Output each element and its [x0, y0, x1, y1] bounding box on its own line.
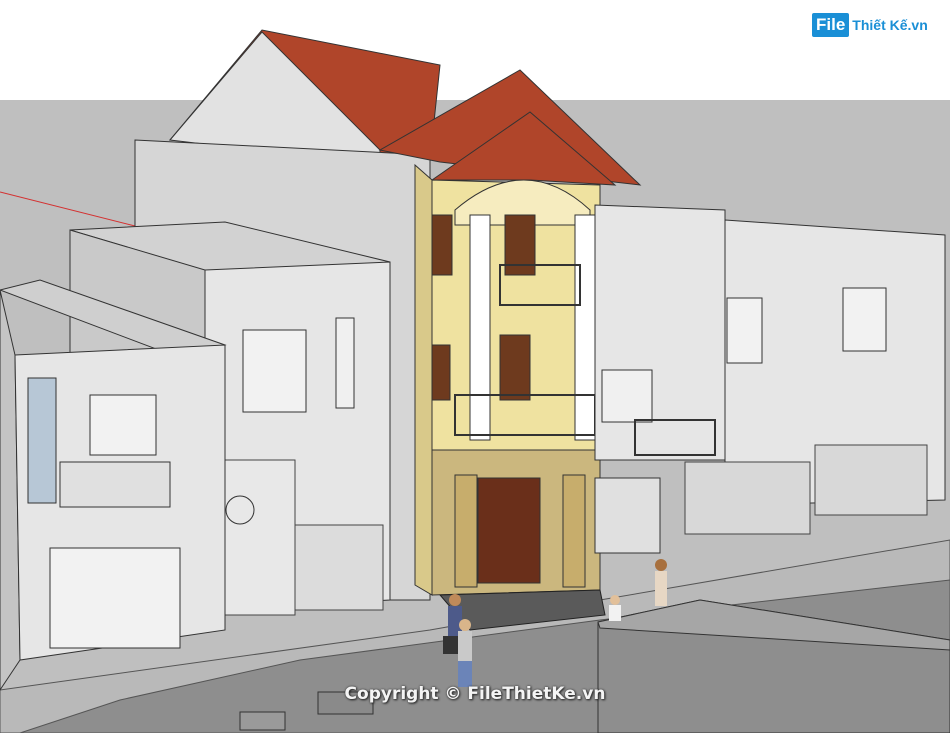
logo-box-text: File — [812, 13, 850, 37]
column — [574, 214, 596, 441]
window — [842, 287, 887, 352]
column — [454, 474, 478, 588]
shop-door — [49, 547, 181, 649]
house-model-scene — [0, 29, 950, 733]
person — [609, 595, 621, 621]
window — [431, 214, 453, 276]
door — [499, 334, 531, 401]
window — [726, 297, 763, 364]
window — [601, 369, 653, 423]
site-logo: File Thiết Kế.vn — [812, 10, 928, 40]
gate — [214, 459, 296, 616]
logo-rest-text: Thiết Kế.vn — [852, 17, 928, 33]
column — [562, 474, 586, 588]
person — [655, 559, 667, 606]
copyright-watermark: Copyright © FileThietKe.vn — [344, 684, 606, 704]
shop-door — [594, 477, 661, 554]
main-house-side — [414, 163, 433, 596]
balcony — [59, 461, 171, 508]
window — [431, 344, 451, 401]
window — [89, 394, 157, 456]
main-entrance — [477, 477, 541, 584]
fence — [294, 524, 384, 611]
manhole — [239, 711, 286, 731]
fence — [684, 461, 811, 535]
window — [27, 377, 57, 504]
column — [469, 214, 491, 441]
window — [242, 329, 307, 413]
window — [335, 317, 355, 409]
fence — [814, 444, 928, 516]
